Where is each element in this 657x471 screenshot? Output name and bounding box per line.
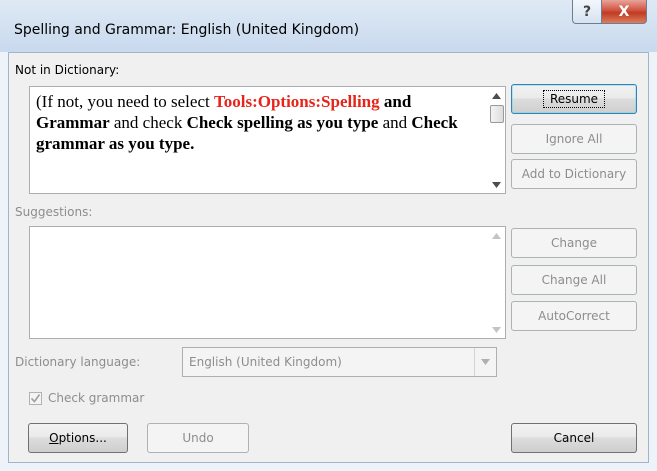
undo-button[interactable]: Undo — [147, 423, 249, 453]
not-in-dictionary-text-segment: and check — [109, 113, 187, 132]
close-button[interactable]: X — [601, 0, 647, 24]
add-to-dictionary-button[interactable]: Add to Dictionary — [511, 159, 637, 189]
resume-button[interactable]: Resume — [511, 84, 637, 114]
not-in-dictionary-text-segment: Tools:Options:Spelling — [213, 92, 380, 111]
suggestions-scrollbar[interactable] — [488, 227, 505, 338]
dialog-body: Not in Dictionary: (If not, you need to … — [8, 52, 649, 463]
not-in-dictionary-scrollbar[interactable] — [488, 87, 505, 193]
ignore-all-label: Ignore All — [545, 132, 603, 146]
undo-label: Undo — [182, 431, 214, 445]
change-button[interactable]: Change — [511, 228, 637, 258]
help-button[interactable]: ? — [572, 0, 602, 24]
cancel-button[interactable]: Cancel — [511, 423, 637, 453]
suggestions-label: Suggestions: — [15, 205, 93, 219]
change-label: Change — [551, 236, 597, 250]
scroll-thumb[interactable] — [490, 105, 504, 123]
autocorrect-label: AutoCorrect — [538, 309, 610, 323]
close-icon: X — [618, 3, 630, 20]
scroll-up-icon[interactable] — [488, 87, 505, 104]
dictionary-language-select[interactable]: English (United Kingdom) — [182, 347, 497, 377]
not-in-dictionary-text-segment: Check spelling as you type — [186, 113, 379, 132]
not-in-dictionary-text: (If not, you need to select Tools:Option… — [36, 91, 476, 154]
check-grammar-label: Check grammar — [48, 391, 145, 405]
scroll-up-icon[interactable] — [488, 227, 505, 244]
not-in-dictionary-text-segment: and — [378, 113, 412, 132]
autocorrect-button[interactable]: AutoCorrect — [511, 301, 637, 331]
dictionary-language-value: English (United Kingdom) — [189, 355, 342, 369]
resume-label: Resume — [542, 90, 606, 108]
not-in-dictionary-label: Not in Dictionary: — [15, 63, 120, 77]
not-in-dictionary-textbox[interactable]: (If not, you need to select Tools:Option… — [29, 86, 506, 194]
check-icon — [30, 394, 41, 403]
title-bar: Spelling and Grammar: English (United Ki… — [0, 0, 657, 52]
cancel-label: Cancel — [553, 431, 595, 445]
options-button[interactable]: Options... — [28, 423, 128, 453]
ignore-all-button[interactable]: Ignore All — [511, 124, 637, 154]
change-all-label: Change All — [541, 273, 607, 287]
options-label: Options... — [49, 431, 107, 445]
chevron-down-icon[interactable] — [474, 348, 496, 376]
change-all-button[interactable]: Change All — [511, 265, 637, 295]
add-to-dictionary-label: Add to Dictionary — [521, 167, 627, 181]
suggestions-list[interactable] — [29, 226, 506, 339]
window-title: Spelling and Grammar: English (United Ki… — [14, 22, 360, 38]
help-icon: ? — [582, 3, 592, 20]
dictionary-language-label: Dictionary language: — [15, 355, 141, 369]
scroll-down-icon[interactable] — [488, 176, 505, 193]
check-grammar-checkbox[interactable] — [29, 392, 42, 405]
not-in-dictionary-text-segment: (If not, you need to select — [36, 92, 214, 111]
scroll-down-icon[interactable] — [488, 321, 505, 338]
